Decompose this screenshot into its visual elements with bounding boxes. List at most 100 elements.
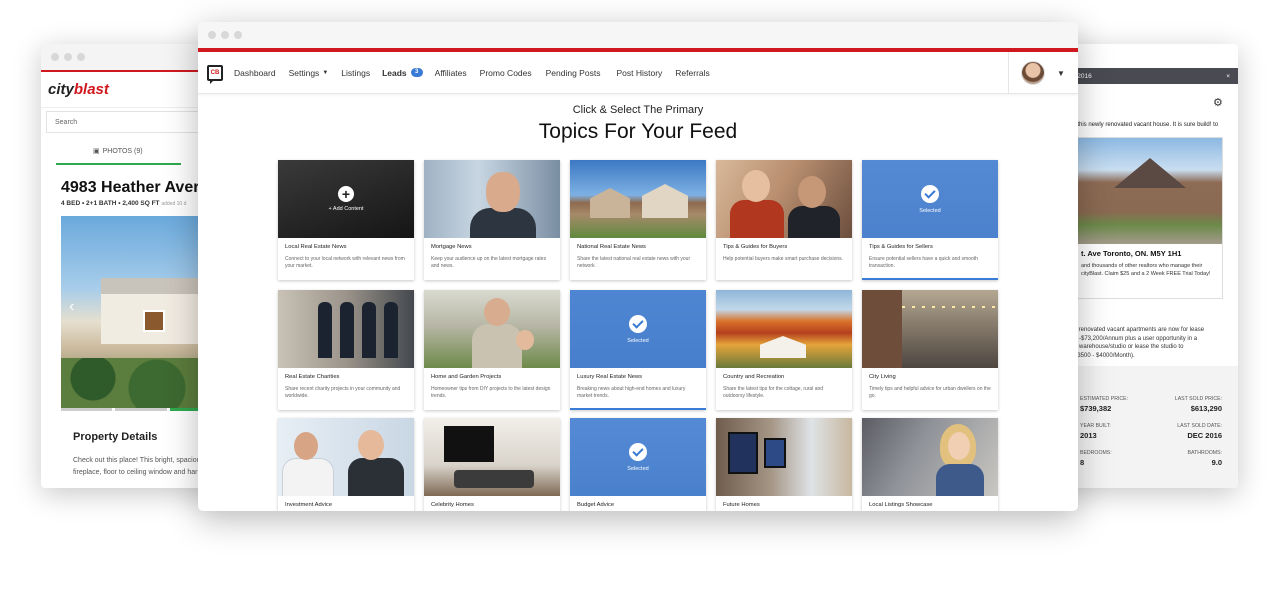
cityblast-logo-icon[interactable]: CB [207,64,223,84]
topic-card-investment-advice[interactable]: Investment Advice [278,418,414,511]
caret-down-icon[interactable]: ▼ [1057,69,1065,78]
topic-description: Connect to your local network with relev… [285,256,405,269]
property-description: Check out this place! This bright, spaci… [41,443,221,479]
topic-card-luxury-real-estate-news[interactable]: Selected Luxury Real Estate News Breakin… [570,290,706,410]
check-icon [629,314,647,333]
topic-image [716,290,852,368]
house-roof [1114,158,1186,188]
topic-title: Local Real Estate News [285,244,347,250]
thumb-indicator[interactable] [115,408,167,411]
photo-shape [340,302,354,358]
nav-referrals[interactable]: Referrals [675,68,709,78]
tab-photos-label: PHOTOS (9) [102,147,143,155]
post-card-title: t. Ave Toronto, ON. M5Y 1H1 [1081,249,1182,258]
stat-label: LAST SOLD DATE: [1177,423,1222,429]
chevron-left-icon[interactable]: ‹ [69,298,74,316]
topic-card-tips-sellers[interactable]: Selected Tips & Guides for Sellers Ensur… [862,160,998,280]
property-details-heading: Property Details [73,431,158,443]
topic-image: Selected [570,290,706,368]
topic-image: + + Add Content [278,160,414,238]
paragraph-line: h -$73,200/Annum plus a user opportunity… [1074,335,1198,342]
photo-shape [486,172,520,212]
paragraph-line: $3500 - $4000/Month). [1074,352,1135,359]
topic-card-future-homes[interactable]: Future Homes [716,418,852,511]
topic-image [570,160,706,238]
topic-description: Share the latest tips for the cottage, r… [723,386,824,399]
topic-card-national-real-estate-news[interactable]: National Real Estate News Share the late… [570,160,706,280]
topic-image: Selected [570,418,706,496]
photo-shape [760,336,806,358]
topic-image [862,290,998,368]
stat-last-sold-date: LAST SOLD DATE: DEC 2016 [1177,423,1222,440]
house-window [143,310,165,332]
close-icon[interactable]: × [1226,73,1230,80]
stat-bedrooms: BEDROOMS: 8 [1080,450,1112,467]
paragraph-line: d warehouse/studio or lease the studio t… [1074,344,1184,350]
window-dot [77,53,85,61]
check-icon [629,442,647,461]
caret-down-icon: ▼ [322,69,329,76]
search-input[interactable]: Search [46,111,216,133]
stat-value: $613,290 [1190,404,1222,413]
plus-icon: + [338,186,354,202]
topic-card-local-real-estate-news[interactable]: + + Add Content Local Real Estate News C… [278,160,414,280]
listing-photo[interactable]: ‹ [61,216,221,408]
topic-title: National Real Estate News [577,244,646,250]
property-stats: s ESTIMATED PRICE:$739,382 LAST SOLD PRI… [1060,366,1238,488]
nav-post-history[interactable]: Post History [616,68,662,78]
nav-promo-codes[interactable]: Promo Codes [480,68,532,78]
topic-image [716,160,852,238]
topic-image [278,290,414,368]
photo-shape [728,432,758,474]
photo-thumbnails [61,408,221,411]
topic-card-tips-buyers[interactable]: Tips & Guides for Buyers Help potential … [716,160,852,280]
thumb-indicator[interactable] [61,408,113,411]
topic-card-country-recreation[interactable]: Country and Recreation Share the latest … [716,290,852,410]
stat-label: BEDROOMS: [1080,450,1112,456]
post-preview-window: 4, 2016 × ⚙ t this newly renovated vacan… [1060,44,1238,488]
topic-card-budget-advice[interactable]: Selected Budget Advice [570,418,706,511]
tab-photos[interactable]: ▣ PHOTOS (9) [41,139,221,163]
logo-city: city [48,81,74,98]
window-dot [51,53,59,61]
nav-leads[interactable]: Leads 3 [382,68,423,78]
window-chrome [198,22,1078,48]
stat-last-sold-price: LAST SOLD PRICE: $613,290 [1175,396,1222,413]
nav-affiliates[interactable]: Affiliates [435,68,467,78]
topic-image [862,418,998,496]
post-card[interactable]: t. Ave Toronto, ON. M5Y 1H1 and thousand… [1074,137,1223,299]
topic-description: Ensure potential sellers have a quick an… [869,256,978,269]
topic-card-city-living[interactable]: City Living Timely tips and helpful advi… [862,290,998,410]
stat-value: DEC 2016 [1187,431,1222,440]
cityblast-logo[interactable]: city blast [41,72,221,108]
search-placeholder: Search [55,118,78,126]
stat-label: LAST SOLD PRICE: [1174,396,1222,402]
user-menu[interactable]: ▼ [1008,52,1078,94]
photo-shape [384,302,398,358]
post-card-line: and thousands of other realtors who mana… [1081,263,1203,269]
topic-image [278,418,414,496]
topic-card-celebrity-homes[interactable]: Celebrity Homes [424,418,560,511]
avatar[interactable] [1021,61,1045,85]
nav-listings[interactable]: Listings [341,68,370,78]
selected-overlay: Selected [862,160,998,238]
photo-shape [318,302,332,358]
photo-shape [902,306,998,308]
nav-pending-posts[interactable]: Pending Posts [546,68,601,78]
topic-image [424,160,560,238]
topic-title: Tips & Guides for Sellers [869,244,933,250]
topic-card-local-listings-showcase[interactable]: Local Listings Showcase [862,418,998,511]
photo-shape [590,188,630,218]
photo-shape [472,324,522,368]
topic-card-real-estate-charities[interactable]: Real Estate Charities Share recent chari… [278,290,414,410]
photo-shape [484,298,510,326]
topic-image [424,418,560,496]
gear-icon[interactable]: ⚙ [1213,96,1223,109]
nav-dashboard[interactable]: Dashboard [234,68,276,78]
topic-card-home-garden[interactable]: Home and Garden Projects Homeowner tips … [424,290,560,410]
topic-description: Breaking news about high-end homes and l… [577,386,686,399]
nav-settings[interactable]: Settings ▼ [289,68,329,78]
stat-estimated-price: ESTIMATED PRICE: $739,382 [1080,396,1128,413]
add-content-overlay[interactable]: + + Add Content [278,160,414,238]
topic-card-mortgage-news[interactable]: Mortgage News Keep your audience up on t… [424,160,560,280]
